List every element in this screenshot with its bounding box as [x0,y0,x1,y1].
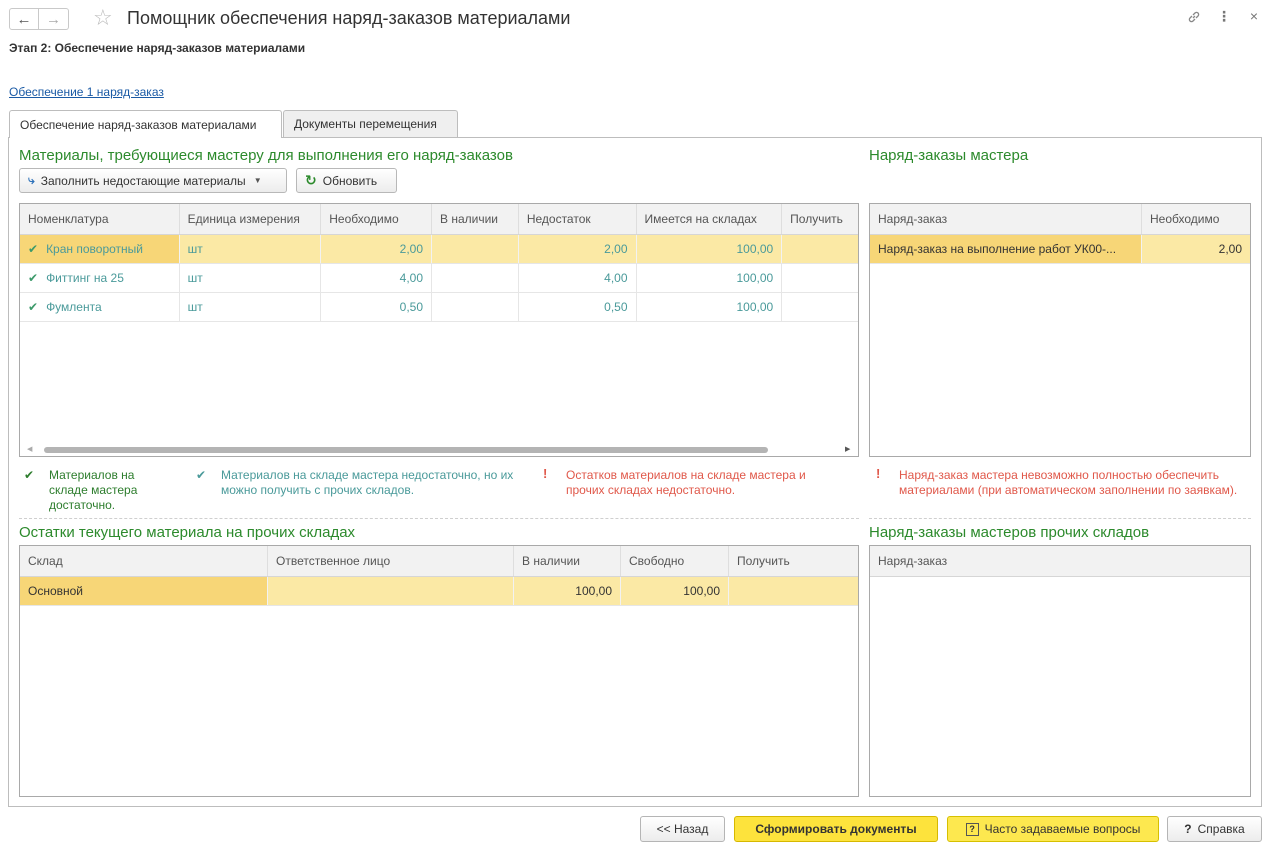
col-remains-available[interactable]: В наличии [514,546,621,576]
legend-other-warehouses: Материалов на складе мастера недостаточн… [221,468,514,497]
divider [19,518,859,519]
col-other-order[interactable]: Наряд-заказ [870,546,1250,576]
orders-count-link[interactable]: Обеспечение 1 наряд-заказ [9,85,164,99]
arrow-right-icon: → [46,10,61,28]
fill-missing-materials-button[interactable]: ⤷ Заполнить недостающие материалы ▼ [19,168,287,193]
generate-documents-button[interactable]: Сформировать документы [734,816,938,842]
col-receive[interactable]: Получить [782,204,858,234]
help-button[interactable]: ? Справка [1167,816,1262,842]
col-in-warehouses[interactable]: Имеется на складах [637,204,783,234]
col-free[interactable]: Свободно [621,546,729,576]
faq-button[interactable]: ? Часто задаваемые вопросы [947,816,1159,842]
table-row[interactable]: Наряд-заказ на выполнение работ УК00-...… [870,235,1250,264]
remains-grid[interactable]: Склад Ответственное лицо В наличии Свобо… [19,545,859,797]
more-menu-icon[interactable]: ⋮ [1216,8,1232,25]
table-row[interactable]: ✔ Кран поворотный шт 2,00 2,00 100,00 [20,235,858,264]
col-shortage[interactable]: Недостаток [519,204,637,234]
forward-nav-button[interactable]: → [39,8,69,30]
stage-label: Этап 2: Обеспечение наряд-заказов матери… [9,41,306,55]
legend-order-warning-icon: ! [876,466,881,481]
scroll-right-icon[interactable]: ▶ [845,445,850,453]
col-order-needed[interactable]: Необходимо [1142,204,1250,234]
materials-grid[interactable]: Номенклатура Единица измерения Необходим… [19,203,859,457]
legend-warning-icon: ! [543,466,548,481]
close-icon[interactable]: × [1246,8,1262,24]
scroll-left-icon[interactable]: ◀ [27,445,32,453]
remains-section-title: Остатки текущего материала на прочих скл… [19,524,356,541]
materials-section-title: Материалы, требующиеся мастеру для выпол… [19,147,513,164]
master-orders-title: Наряд-заказы мастера [869,147,1029,164]
legend-check-icon: ✔ [24,468,35,482]
col-needed[interactable]: Необходимо [321,204,432,234]
check-icon: ✔ [28,271,39,285]
window-title: Помощник обеспечения наряд-заказов матер… [127,8,571,28]
tab-transfer-documents[interactable]: Документы перемещения [283,110,458,137]
table-row[interactable]: Основной 100,00 100,00 [20,577,858,606]
col-warehouse[interactable]: Склад [20,546,268,576]
other-orders-grid[interactable]: Наряд-заказ [869,545,1251,797]
col-unit[interactable]: Единица измерения [180,204,322,234]
back-button[interactable]: << Назад [640,816,725,842]
legend-check-teal-icon: ✔ [196,468,207,482]
horizontal-scrollbar[interactable]: ◀ ▶ [20,443,858,456]
col-nomenclature[interactable]: Номенклатура [20,204,180,234]
refresh-button[interactable]: ↻ Обновить [296,168,397,193]
fill-arrow-icon: ⤷ [28,173,35,187]
favorite-star-icon[interactable]: ☆ [93,7,113,29]
legend-order-impossible: Наряд-заказ мастера невозможно полностью… [899,468,1238,497]
back-nav-button[interactable]: ← [9,8,39,30]
col-responsible[interactable]: Ответственное лицо [268,546,514,576]
legend-insufficient: Остатков материалов на складе мастера и … [566,468,806,497]
arrow-left-icon: ← [16,10,32,28]
table-row[interactable]: ✔ Фумлента шт 0,50 0,50 100,00 [20,293,858,322]
col-remains-receive[interactable]: Получить [729,546,858,576]
link-icon[interactable] [1186,10,1202,27]
legend-enough: Материалов на складе мастера достаточно. [49,468,138,512]
refresh-icon: ↻ [305,172,317,188]
question-icon: ? [965,822,979,836]
divider [869,518,1251,519]
check-icon: ✔ [28,300,39,314]
help-question-icon: ? [1184,822,1192,836]
col-available[interactable]: В наличии [432,204,519,234]
master-orders-grid[interactable]: Наряд-заказ Необходимо Наряд-заказ на вы… [869,203,1251,457]
col-order[interactable]: Наряд-заказ [870,204,1142,234]
dropdown-arrow-icon: ▼ [253,176,262,185]
tab-materials[interactable]: Обеспечение наряд-заказов материалами [9,110,282,138]
other-orders-title: Наряд-заказы мастеров прочих складов [869,524,1150,541]
scrollbar-thumb[interactable] [44,447,768,453]
table-row[interactable]: ✔ Фиттинг на 25 шт 4,00 4,00 100,00 [20,264,858,293]
check-icon: ✔ [28,242,39,256]
